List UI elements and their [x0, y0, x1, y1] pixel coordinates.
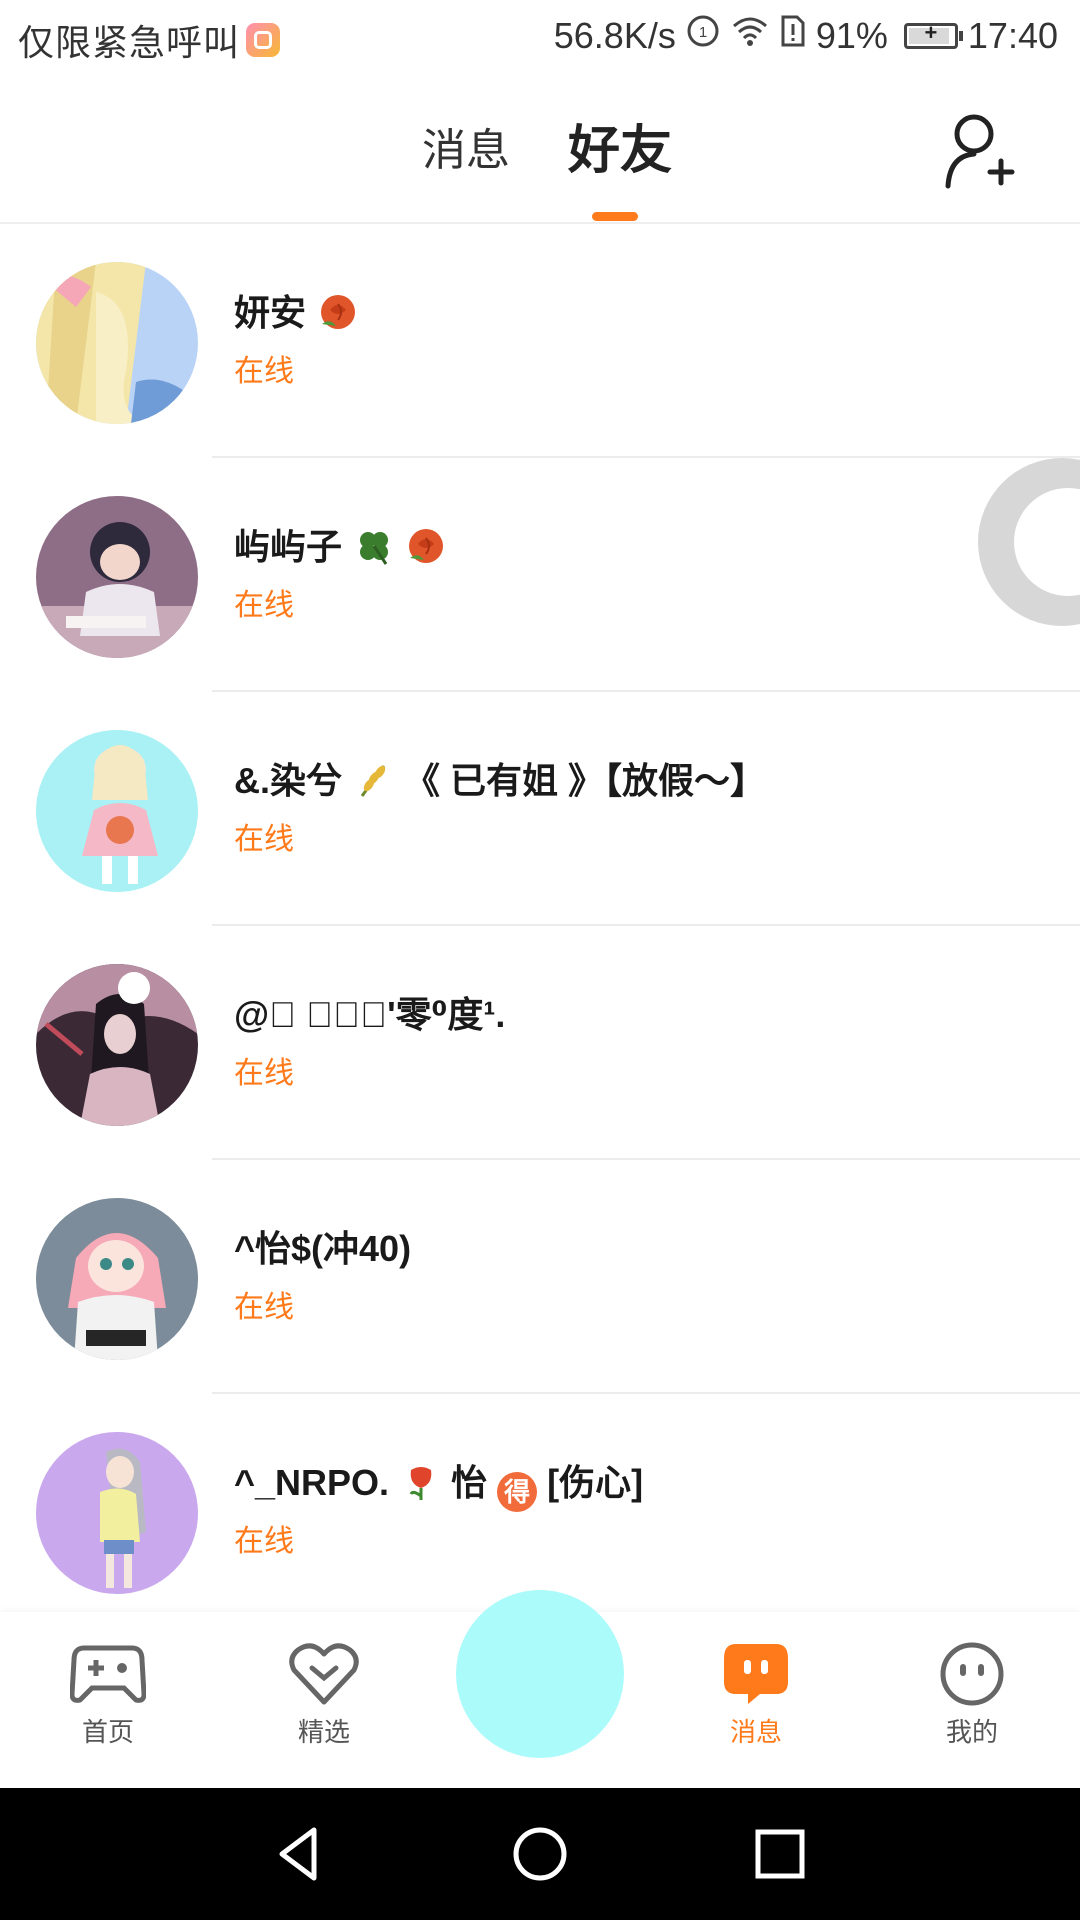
clover-icon: [360, 532, 389, 565]
online-status: 在线: [234, 1291, 294, 1324]
clock: 17:40: [967, 14, 1058, 56]
online-status: 在线: [234, 1057, 294, 1090]
friend-name: ^怡$(冲40): [234, 1220, 411, 1272]
avatar: [36, 730, 198, 892]
online-status: 在线: [234, 823, 294, 856]
nav-label: 首页: [81, 1717, 134, 1747]
charging-plus-icon: +: [924, 19, 938, 45]
heart-chevron-icon: [289, 1643, 359, 1705]
avatar: [36, 262, 198, 424]
friend-name: &.染兮 《 已有姐 》【放假～】: [234, 752, 766, 804]
nav-label: 精选: [297, 1717, 350, 1747]
active-tab-indicator: [592, 212, 638, 221]
online-status: 在线: [234, 589, 294, 622]
home-circle-icon: [513, 1827, 567, 1881]
friend-name-text: ^_NRPO.: [234, 1462, 390, 1503]
friend-name-text: 屿屿子: [234, 526, 343, 567]
add-friend-button[interactable]: [944, 110, 1016, 190]
back-triangle-icon: [279, 1827, 317, 1881]
tab-messages[interactable]: 消息: [422, 114, 510, 178]
friend-name: @     '零⁰度¹.: [234, 986, 505, 1038]
system-home-button[interactable]: [508, 1822, 572, 1886]
system-back-button[interactable]: [268, 1822, 332, 1886]
tulip-icon: [409, 1467, 432, 1500]
nav-featured[interactable]: 精选: [264, 1642, 384, 1749]
data-saver-icon: 1: [686, 14, 720, 57]
avatar: [36, 1432, 198, 1594]
friend-item[interactable]: &.染兮 《 已有姐 》【放假～】 在线: [0, 692, 1080, 926]
add-person-icon: [945, 114, 1015, 189]
friend-list: 妍安 在线: [0, 224, 1080, 1628]
rose-icon: [409, 529, 444, 563]
app-screen: 仅限紧急呼叫 56.8K/s 1 91% + 17:40 消息 好友 妍安 在线…: [0, 0, 1080, 1920]
avatar: [36, 1198, 198, 1360]
svg-text:1: 1: [699, 24, 707, 41]
online-status: 在线: [234, 355, 294, 388]
chat-bubble-icon: [724, 1644, 788, 1704]
recents-square-icon: [755, 1829, 805, 1879]
friend-name: ^_NRPO. 怡 得 [伤心]: [234, 1454, 643, 1512]
gamepad-icon: [70, 1645, 146, 1703]
battery-charging-icon: +: [903, 19, 963, 49]
status-left: 仅限紧急呼叫: [18, 14, 281, 66]
avatar: [36, 496, 198, 658]
friend-name-suffix: 怡: [451, 1462, 488, 1503]
tab-friends[interactable]: 好友: [568, 108, 672, 183]
battery-percent: 91%: [815, 14, 888, 56]
de-badge-icon: 得: [497, 1472, 538, 1512]
wifi-icon: [730, 14, 770, 57]
center-action-button[interactable]: [456, 1590, 624, 1758]
wheat-icon: [360, 765, 386, 797]
nav-label: 消息: [729, 1717, 782, 1747]
friend-name-text: @     '零⁰度¹.: [234, 994, 506, 1035]
network-speed: 56.8K/s: [553, 14, 676, 56]
friend-item[interactable]: 妍安 在线: [0, 224, 1080, 458]
top-header: 消息 好友: [0, 74, 1080, 224]
friend-item[interactable]: 屿屿子 在线: [0, 458, 1080, 692]
nav-label: 我的: [945, 1717, 998, 1747]
sim-alert-icon: [780, 14, 806, 57]
friend-name-suffix: 《 已有姐 》【放假～】: [404, 760, 767, 801]
friend-name: 妍安: [234, 284, 358, 336]
status-right: 56.8K/s 1 91% + 17:40: [554, 14, 1058, 57]
friend-name-text: ^怡$(冲40): [234, 1228, 412, 1269]
face-icon: [940, 1642, 1004, 1706]
friend-item[interactable]: ^怡$(冲40) 在线: [0, 1160, 1080, 1394]
carrier-text: 仅限紧急呼叫: [18, 22, 241, 63]
friend-item[interactable]: @     '零⁰度¹. 在线: [0, 926, 1080, 1160]
friend-name-tail: [伤心]: [547, 1462, 644, 1503]
system-nav-bar: [0, 1788, 1080, 1920]
rose-icon: [321, 295, 356, 329]
friend-name: 屿屿子: [234, 518, 446, 570]
nav-home[interactable]: 首页: [48, 1642, 168, 1749]
app-notification-icon: [246, 23, 281, 57]
nav-messages[interactable]: 消息: [696, 1642, 816, 1749]
friend-name-text: &.染兮: [234, 760, 343, 801]
status-bar: 仅限紧急呼叫 56.8K/s 1 91% + 17:40: [0, 0, 1080, 74]
friend-name-text: 妍安: [234, 292, 307, 333]
avatar: [36, 964, 198, 1126]
nav-mine[interactable]: 我的: [912, 1642, 1032, 1749]
system-recents-button[interactable]: [748, 1822, 812, 1886]
online-status: 在线: [234, 1525, 294, 1558]
